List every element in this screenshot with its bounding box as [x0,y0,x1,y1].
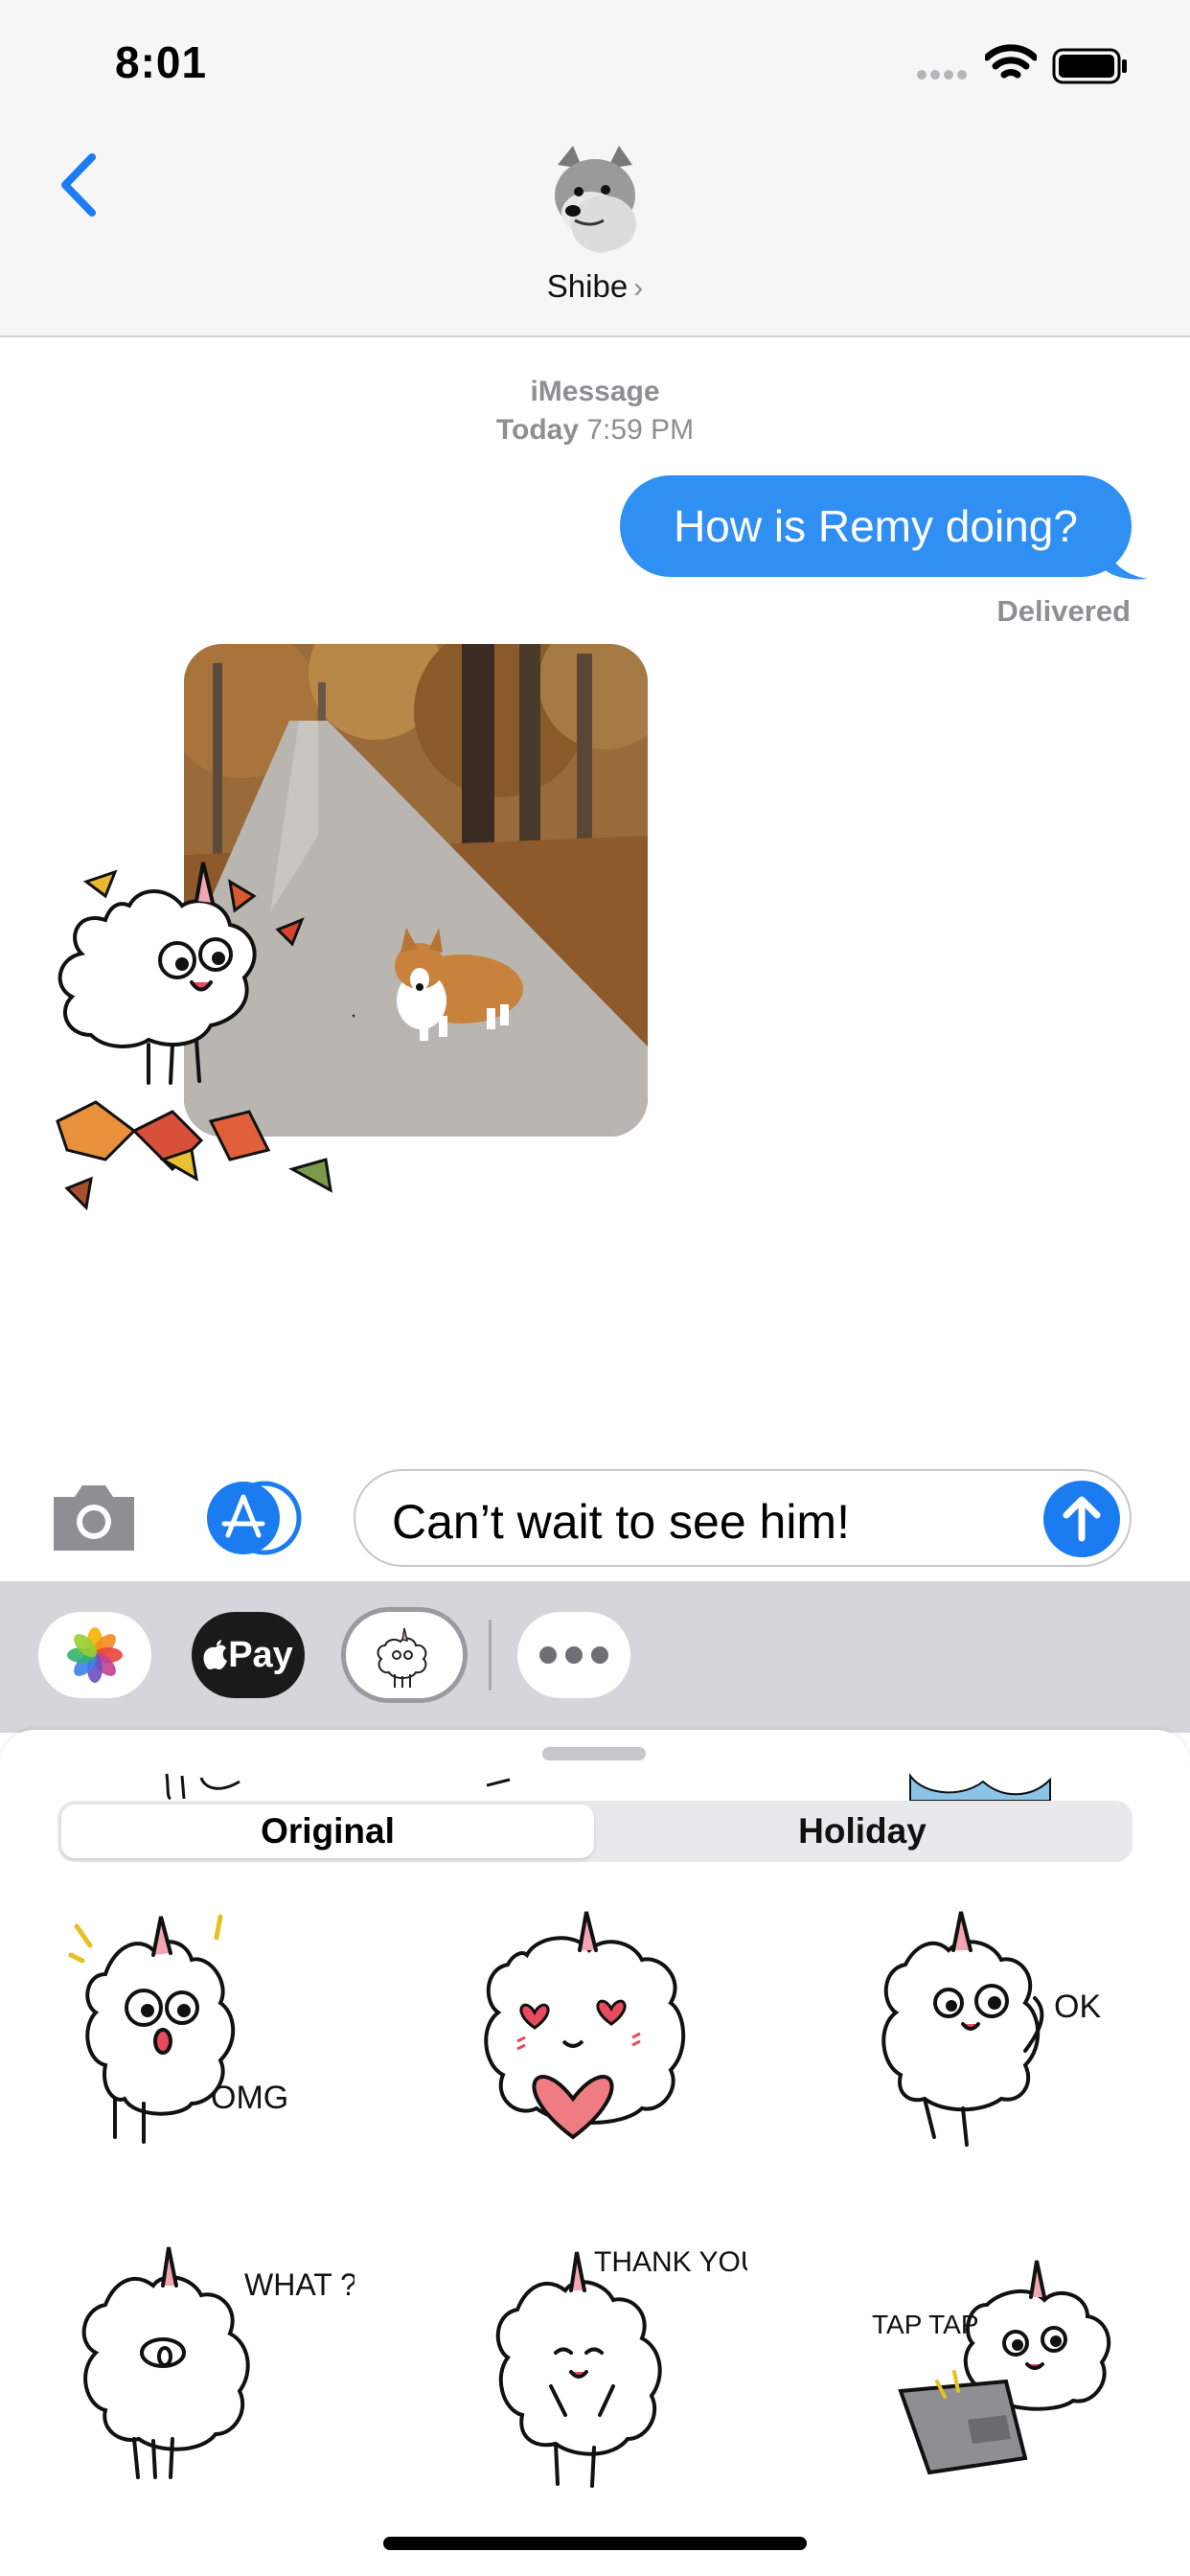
app-drawer: Pay [0,1581,1190,1733]
status-time: 8:01 [115,37,208,87]
sticker-heart[interactable] [469,1907,719,2156]
more-icon [539,1646,608,1664]
sticker-what-text: WHAT ? [244,2267,355,2302]
message-input[interactable]: Can’t wait to see him! [354,1469,1132,1567]
contact-avatar[interactable] [537,136,653,253]
unicorn-icon [377,1627,427,1688]
sticker-what[interactable]: WHAT ? [67,2238,355,2496]
delivery-status: Delivered [996,594,1131,628]
message-timestamp: Today 7:59 PM [0,414,1190,447]
wifi-icon [985,44,1037,79]
app-store-icon[interactable] [201,1480,307,1556]
navigation-header: 8:01 Shibe › [0,0,1190,337]
outgoing-message-bubble[interactable]: How is Remy doing? [620,475,1132,577]
sticker-panel: Original Holiday OMG OK WHAT ? THANK YOU… [0,1730,1190,2576]
sticker-category-control: Original Holiday [57,1801,1133,1862]
message-input-text: Can’t wait to see him! [392,1495,850,1549]
chevron-right-icon: › [633,272,644,304]
unicorn-leaves-sticker[interactable] [38,843,355,1227]
sticker-ok-text: OK [1054,1989,1101,2025]
sticker-omg-text: OMG [211,2080,288,2116]
back-chevron-icon[interactable] [54,151,102,218]
sticker-fragment [486,1778,511,1787]
photos-app-button[interactable] [38,1612,151,1698]
apple-pay-button[interactable]: Pay [192,1612,305,1698]
contact-name-label: Shibe [546,268,629,304]
service-label: iMessage [530,376,660,407]
bubble-tail [1104,539,1148,580]
battery-icon [1052,48,1127,84]
contact-name[interactable]: Shibe › [0,268,1190,305]
sticker-app-button[interactable] [341,1607,468,1703]
panel-grabber[interactable] [542,1747,646,1760]
timestamp-time: 7:59 PM [586,414,695,446]
tab-original[interactable]: Original [61,1805,594,1858]
apple-pay-label: Pay [228,1634,293,1675]
timestamp-day: Today [495,414,580,446]
send-button[interactable] [1043,1481,1120,1557]
drawer-divider [489,1620,492,1690]
sticker-thank-you-text: THANK YOU [594,2246,747,2278]
camera-icon[interactable] [48,1482,140,1554]
home-indicator [383,2537,807,2550]
sticker-fragment [165,1773,240,1801]
sticker-tap-tap-text: TAP TAP [872,2310,979,2339]
more-apps-button[interactable] [517,1612,630,1698]
sticker-omg[interactable]: OMG [67,1898,316,2156]
arrow-up-icon [1063,1496,1101,1542]
apple-logo-icon [203,1640,228,1669]
cellular-signal-icon [917,70,967,80]
sticker-ok[interactable]: OK [867,1907,1116,2156]
sticker-thank-you[interactable]: THANK YOU [479,2233,747,2520]
tab-holiday[interactable]: Holiday [596,1805,1129,1858]
sticker-tap-tap[interactable]: TAP TAP [862,2247,1150,2496]
sticker-fragment [909,1772,1051,1801]
photos-icon [67,1627,123,1683]
